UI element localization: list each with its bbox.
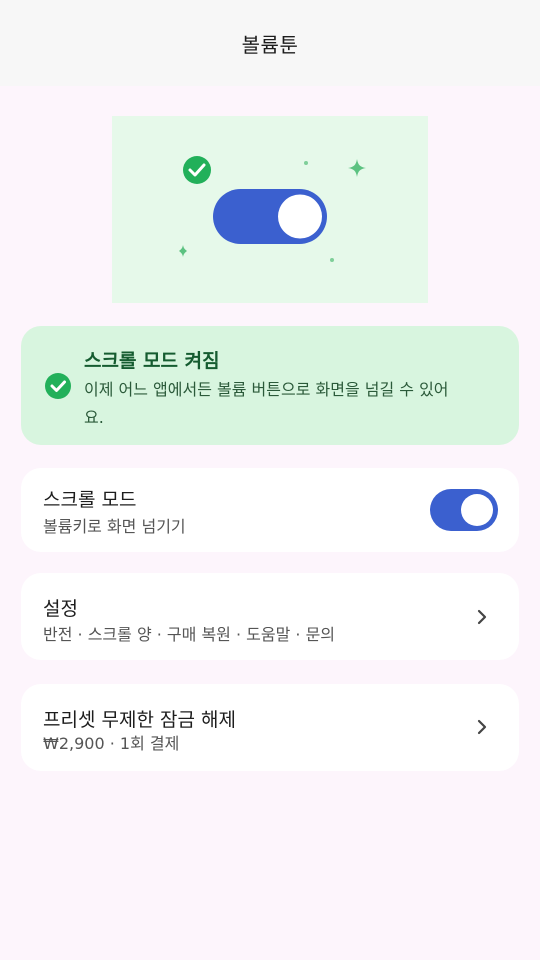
dot-decoration — [304, 161, 308, 165]
sparkle-icon — [348, 159, 366, 177]
scroll-mode-card[interactable]: 스크롤 모드 볼륨키로 화면 넘기기 — [21, 468, 519, 552]
settings-title: 설정 — [43, 598, 78, 620]
dot-decoration — [330, 258, 334, 262]
premium-subtitle: ₩2,900 · 1회 결제 — [43, 734, 180, 753]
settings-subtitle: 반전 · 스크롤 양 · 구매 복원 · 도움말 · 문의 — [43, 625, 336, 644]
app-title: 볼륨툰 — [241, 32, 299, 57]
toggle-illustration — [213, 189, 327, 244]
settings-card[interactable]: 설정 반전 · 스크롤 양 · 구매 복원 · 도움말 · 문의 — [21, 573, 519, 660]
toggle-knob — [461, 494, 493, 526]
status-title: 스크롤 모드 켜짐 — [84, 350, 220, 372]
check-circle-icon — [45, 373, 71, 399]
sparkle-small-icon — [179, 245, 187, 257]
chevron-right-icon — [477, 609, 487, 625]
app-bar: 볼륨툰 — [0, 0, 540, 86]
premium-card[interactable]: 프리셋 무제한 잠금 해제 ₩2,900 · 1회 결제 — [21, 684, 519, 771]
premium-title: 프리셋 무제한 잠금 해제 — [43, 709, 236, 731]
hero-svg — [179, 156, 366, 262]
scroll-mode-toggle[interactable] — [430, 489, 498, 531]
scroll-mode-subtitle: 볼륨키로 화면 넘기기 — [43, 517, 186, 536]
chevron-right-icon — [477, 719, 487, 735]
scroll-mode-title: 스크롤 모드 — [43, 489, 137, 511]
hero-illustration — [112, 116, 428, 303]
check-circle-icon — [183, 156, 211, 184]
status-banner: 스크롤 모드 켜짐 이제 어느 앱에서든 볼륨 버튼으로 화면을 넘길 수 있어… — [21, 326, 519, 445]
status-message: 이제 어느 앱에서든 볼륨 버튼으로 화면을 넘길 수 있어요. — [84, 380, 449, 427]
